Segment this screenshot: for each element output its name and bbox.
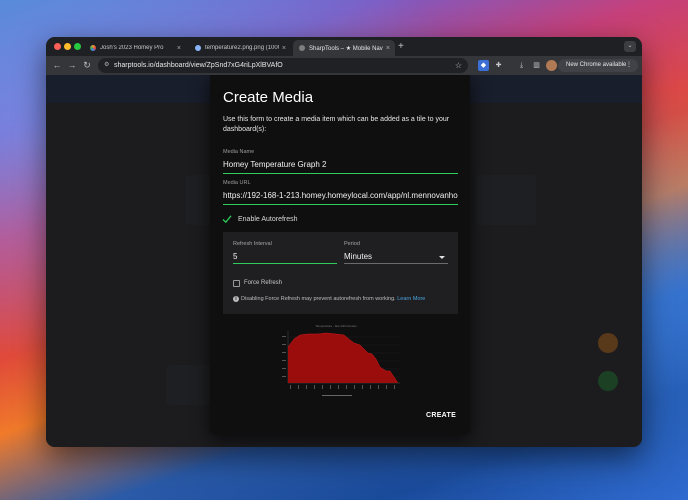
refresh-interval-label: Refresh Interval	[233, 241, 272, 247]
profile-avatar[interactable]	[546, 60, 557, 71]
refresh-settings-panel: Refresh Interval 5 Period Minutes Force …	[223, 232, 458, 314]
media-url-input[interactable]: https://192-168-1-213.homey.homeylocal.c…	[223, 191, 458, 200]
extensions-puzzle-icon[interactable]: ✚	[493, 60, 504, 71]
browser-window: Josh's 2023 Homey Pro × temperature2.png…	[46, 37, 642, 447]
address-bar[interactable]: ⚙ sharptools.io/dashboard/view/ZpSnd7xG4…	[98, 58, 468, 73]
learn-more-link[interactable]: Learn More	[397, 296, 425, 302]
bookmark-star-icon[interactable]: ☆	[455, 58, 462, 73]
tab-temperature-image[interactable]: temperature2.png.png (1000× ×	[189, 40, 291, 56]
info-icon: i	[233, 296, 239, 302]
browser-toolbar: ← → ↻ ⚙ sharptools.io/dashboard/view/ZpS…	[46, 56, 642, 75]
tab-title: SharpTools – ★ Mobile Navigat	[309, 45, 383, 52]
media-url-label: Media URL	[223, 180, 251, 186]
enable-autorefresh-label[interactable]: Enable Autorefresh	[238, 216, 298, 223]
period-label: Period	[344, 241, 360, 247]
close-window-button[interactable]	[54, 43, 61, 50]
tab-sharptools[interactable]: SharpTools – ★ Mobile Navigat ×	[293, 40, 395, 56]
forward-button[interactable]: →	[66, 59, 78, 71]
chrome-menu-icon[interactable]: ⋮	[626, 59, 632, 72]
tab-strip: Josh's 2023 Homey Pro × temperature2.png…	[46, 37, 642, 56]
force-refresh-checkbox[interactable]	[233, 280, 240, 287]
force-refresh-label[interactable]: Force Refresh	[244, 280, 282, 286]
new-chrome-label: New Chrome available	[566, 62, 627, 68]
refresh-interval-underline	[233, 263, 337, 264]
tab-search-button[interactable]: ⌄	[624, 41, 636, 52]
tab-homey[interactable]: Josh's 2023 Homey Pro ×	[84, 40, 186, 56]
new-chrome-available-button[interactable]: New Chrome available ⋮	[558, 59, 638, 72]
period-select[interactable]: Minutes	[344, 252, 372, 261]
site-info-icon[interactable]: ⚙	[104, 58, 109, 73]
create-button[interactable]: CREATE	[426, 412, 456, 419]
homey-favicon-icon	[90, 45, 96, 51]
reload-button[interactable]: ↻	[81, 59, 93, 71]
sharptools-favicon-icon	[299, 45, 305, 51]
dialog-title: Create Media	[223, 89, 314, 106]
dropdown-arrow-icon[interactable]	[439, 256, 445, 259]
create-media-dialog: Create Media Use this form to create a m…	[210, 75, 470, 435]
download-icon[interactable]: ⤓	[516, 60, 527, 71]
media-name-underline	[223, 173, 458, 174]
svg-text:Temperature - last 24h/minutes: Temperature - last 24h/minutes	[315, 324, 357, 328]
tab-title: temperature2.png.png (1000×	[205, 45, 279, 51]
checkmark-icon[interactable]	[222, 214, 232, 224]
media-name-label: Media Name	[223, 149, 255, 155]
dashboard-page: Create Media Use this form to create a m…	[46, 75, 642, 447]
tab-close-icon[interactable]: ×	[386, 45, 390, 52]
globe-favicon-icon	[195, 45, 201, 51]
info-message: Disabling Force Refresh may prevent auto…	[241, 296, 425, 302]
back-button[interactable]: ←	[51, 59, 63, 71]
tab-title: Josh's 2023 Homey Pro	[100, 45, 164, 51]
url-text: sharptools.io/dashboard/view/ZpSnd7xG4ri…	[114, 62, 283, 69]
side-panel-icon[interactable]: ▥	[531, 60, 542, 71]
tab-close-icon[interactable]: ×	[282, 45, 286, 52]
tab-close-icon[interactable]: ×	[177, 45, 181, 52]
refresh-interval-input[interactable]: 5	[233, 252, 237, 261]
media-url-underline	[223, 204, 458, 205]
media-name-input[interactable]: Homey Temperature Graph 2	[223, 160, 458, 169]
extension-icon[interactable]: ◆	[478, 60, 489, 71]
media-preview-image: Temperature - last 24h/minutes	[282, 324, 400, 396]
minimize-window-button[interactable]	[64, 43, 71, 50]
maximize-window-button[interactable]	[74, 43, 81, 50]
info-text: Disabling Force Refresh may prevent auto…	[241, 296, 396, 302]
period-underline	[344, 263, 448, 264]
new-tab-button[interactable]: +	[398, 40, 404, 54]
dialog-description: Use this form to create a media item whi…	[223, 116, 450, 133]
